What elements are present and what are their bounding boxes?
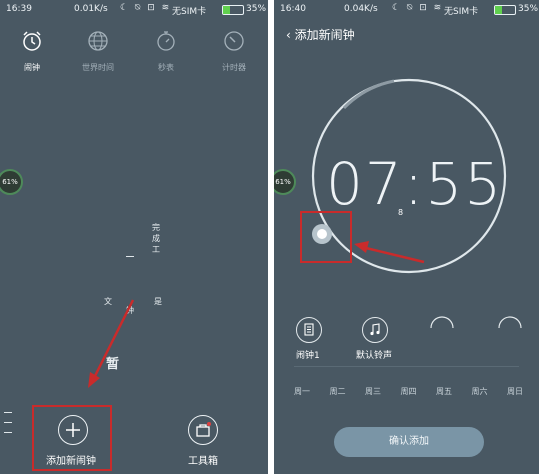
add-alarm-button[interactable] xyxy=(58,415,88,445)
toolbox-label[interactable]: 工具箱 xyxy=(182,452,224,467)
weekday-1[interactable]: 周一 xyxy=(288,386,316,397)
alarm-name-option[interactable] xyxy=(296,317,322,343)
weekday-2[interactable]: 周二 xyxy=(324,386,352,397)
alarm-name-label: 闹钟1 xyxy=(296,351,320,361)
toolbox-icon xyxy=(196,422,211,437)
annotation-arrow xyxy=(88,299,135,388)
weekday-5[interactable]: 周五 xyxy=(430,386,458,397)
music-note-icon xyxy=(370,323,380,336)
ringtone-option[interactable] xyxy=(362,317,388,343)
toolbox-button[interactable] xyxy=(188,415,218,445)
divider xyxy=(294,366,519,367)
confirm-add-button[interactable]: 确认添加 xyxy=(334,427,484,457)
arc-icon[interactable] xyxy=(496,316,524,330)
plus-icon xyxy=(66,423,80,437)
weekday-6[interactable]: 周六 xyxy=(466,386,494,397)
add-alarm-screen: 16:40 0.04K/s ☾ ⍉ ⊡ ≋ 无SIM卡 35% ‹ 添加新闹钟 … xyxy=(274,0,539,474)
weekday-7[interactable]: 周日 xyxy=(501,386,529,397)
alarm-list-screen: 16:39 0.01K/s ☾ ⍉ ⊡ ≋ 无SIM卡 35% 闹钟 世界时间 … xyxy=(0,0,268,474)
annotation-arrow xyxy=(354,241,425,264)
arc-icon[interactable] xyxy=(428,316,456,330)
add-alarm-label[interactable]: 添加新闹钟 xyxy=(40,452,102,467)
weekday-3[interactable]: 周三 xyxy=(359,386,387,397)
ringtone-label: 默认铃声 xyxy=(356,351,393,361)
document-icon xyxy=(304,323,314,336)
weekday-4[interactable]: 周四 xyxy=(395,386,423,397)
